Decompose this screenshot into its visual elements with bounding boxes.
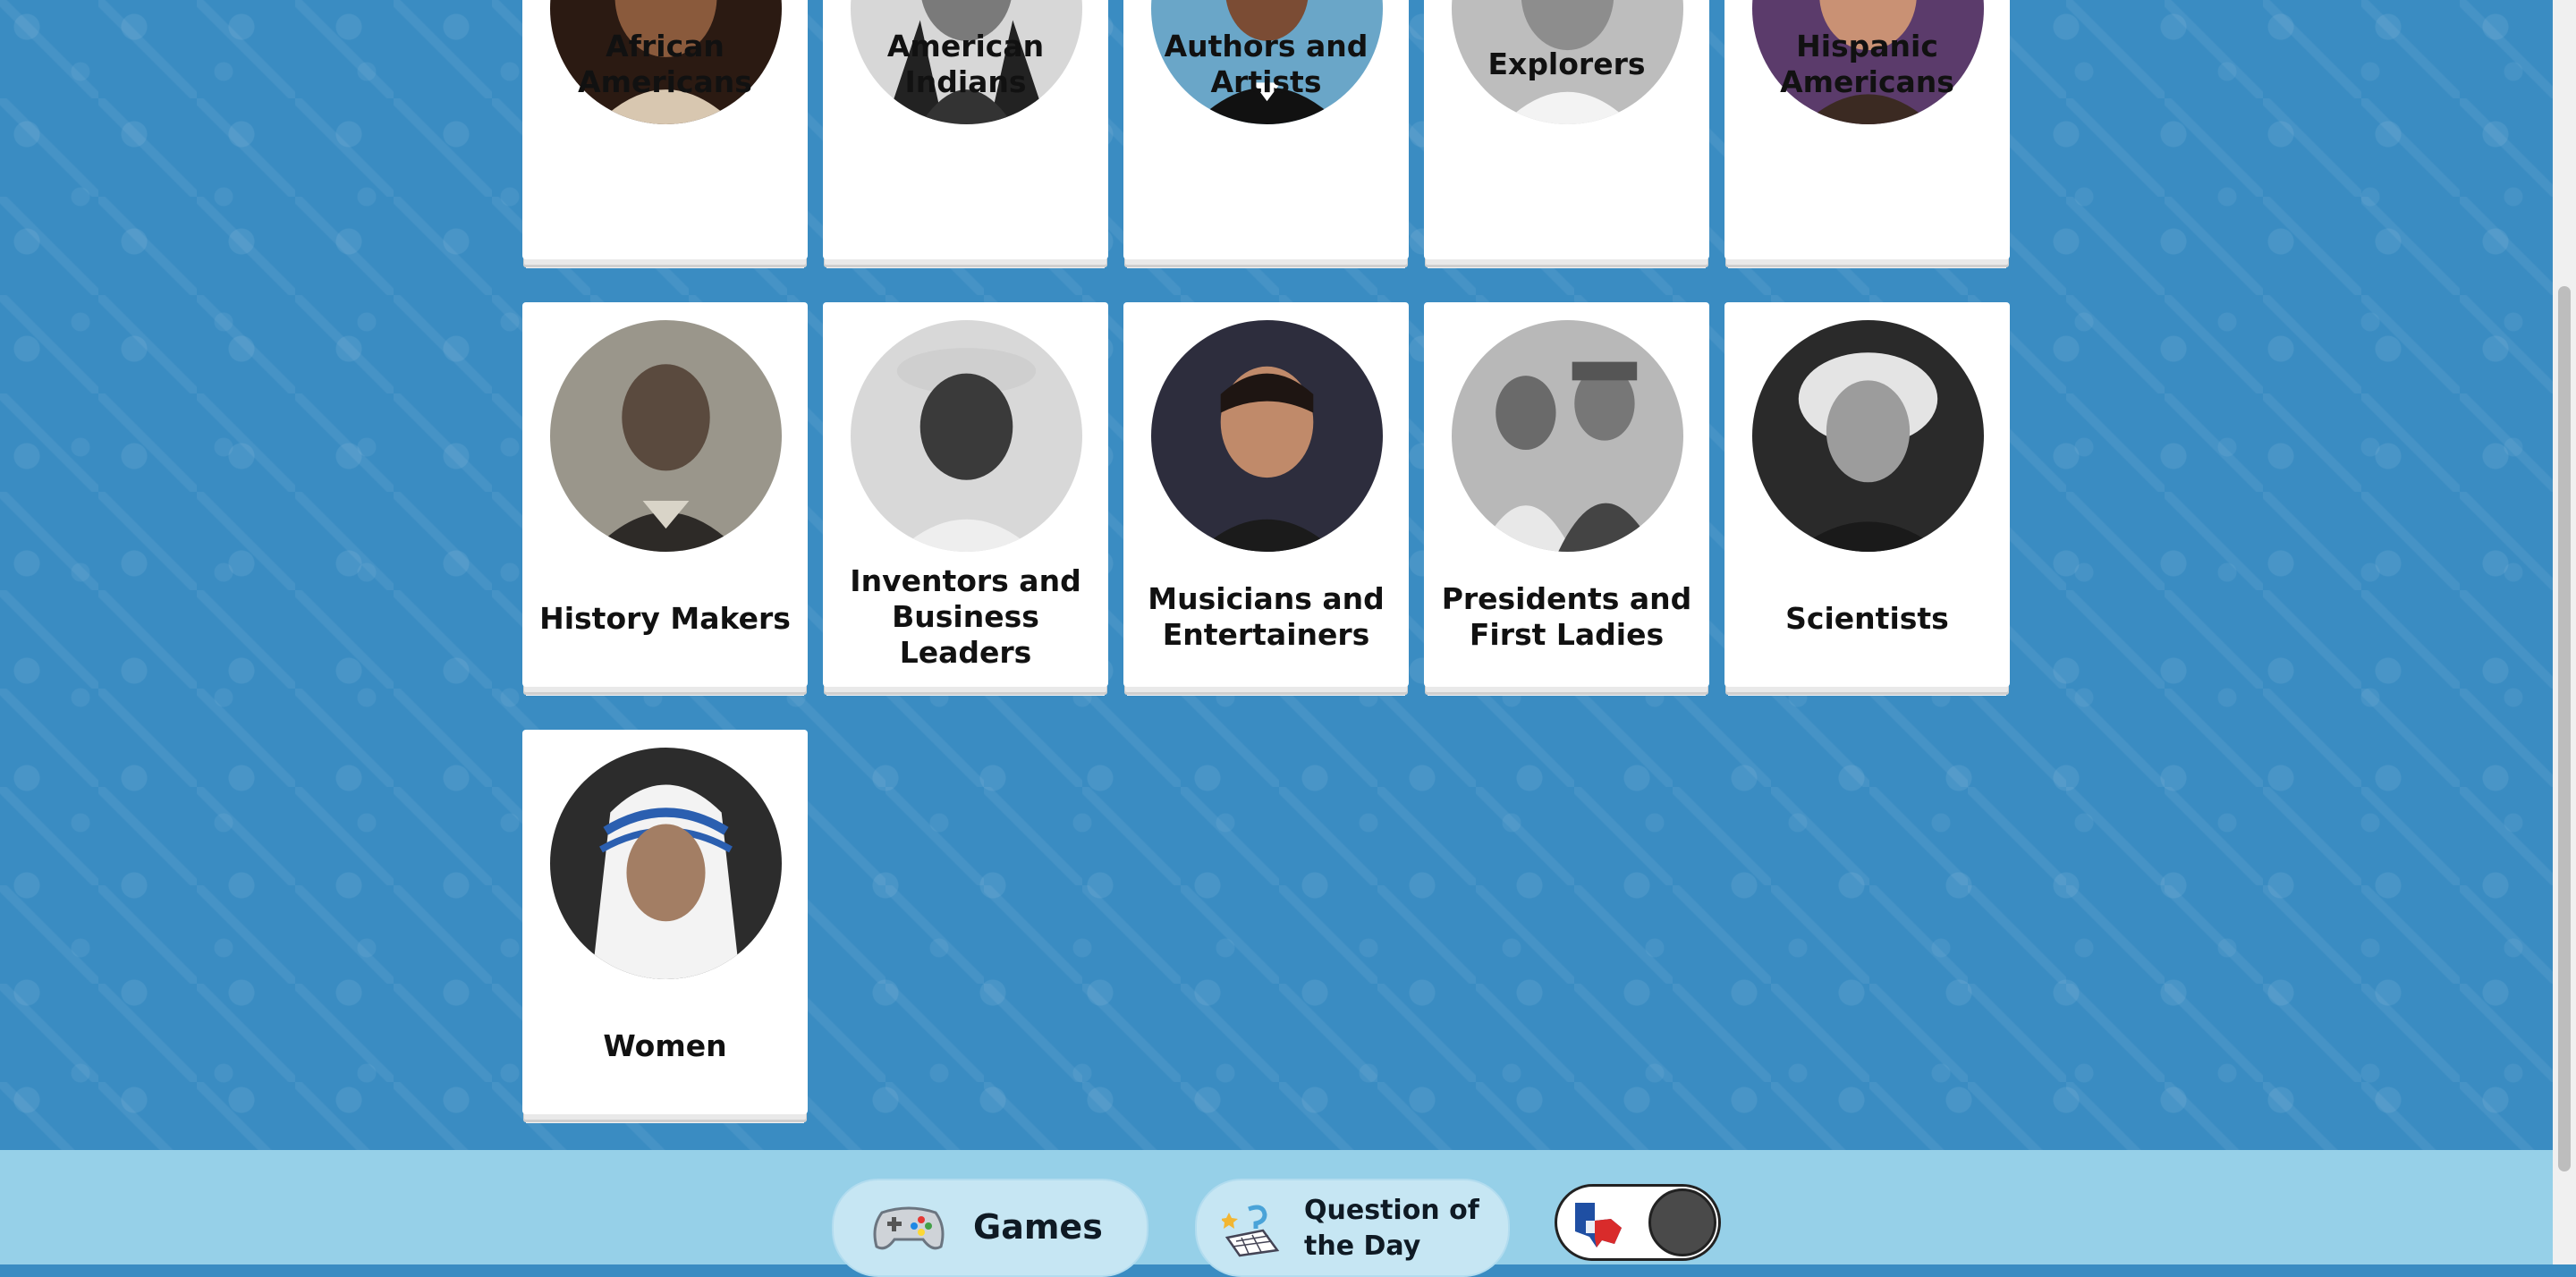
category-label: Inventors and Business Leaders (850, 563, 1081, 670)
category-label: Explorers (1487, 47, 1646, 81)
category-card-hispanic-americans[interactable]: Hispanic Americans (1724, 0, 2010, 259)
category-label: Presidents and First Ladies (1441, 581, 1692, 652)
category-photo (851, 320, 1082, 552)
category-photo (550, 748, 782, 979)
category-card-history-makers[interactable]: History Makers (522, 302, 808, 687)
games-label: Games (973, 1207, 1103, 1247)
category-card-musicians-and-entertainers[interactable]: Musicians and Entertainers (1123, 302, 1409, 687)
scrollbar-thumb[interactable] (2558, 286, 2571, 1171)
category-photo (1452, 320, 1683, 552)
category-label: History Makers (539, 601, 791, 636)
category-card-inventors-and-business-leaders[interactable]: Inventors and Business Leaders (823, 302, 1108, 687)
question-of-the-day-button[interactable]: Question of the Day (1195, 1179, 1510, 1277)
category-card-african-americans[interactable]: African Americans (522, 0, 808, 259)
scrollbar[interactable] (2553, 0, 2576, 1264)
category-photo (1151, 320, 1383, 552)
category-label: Scientists (1785, 601, 1949, 636)
category-card-explorers[interactable]: Explorers (1424, 0, 1709, 259)
category-card-women[interactable]: Women (522, 730, 808, 1114)
category-photo (1752, 320, 1984, 552)
toggle-knob (1648, 1188, 1716, 1256)
category-label: Musicians and Entertainers (1148, 581, 1385, 652)
category-photo (550, 320, 782, 552)
bottom-toolbar: Games Question of the Day (0, 1150, 2553, 1277)
category-card-scientists[interactable]: Scientists (1724, 302, 2010, 687)
category-label: American Indians (886, 29, 1045, 99)
category-card-authors-and-artists[interactable]: Authors and Artists (1123, 0, 1409, 259)
category-label: Women (603, 1028, 727, 1063)
puzzle-icon (1220, 1202, 1281, 1257)
texas-flag-icon (1570, 1197, 1629, 1249)
question-of-the-day-label: Question of the Day (1304, 1195, 1479, 1262)
language-toggle[interactable] (1555, 1184, 1721, 1261)
gamepad-icon (871, 1202, 946, 1252)
category-label: Hispanic Americans (1780, 29, 1954, 99)
category-label: African Americans (578, 29, 752, 99)
category-label: Authors and Artists (1164, 29, 1368, 99)
games-button[interactable]: Games (832, 1179, 1148, 1277)
category-card-american-indians[interactable]: American Indians (823, 0, 1108, 259)
category-grid: African Americans American Indians Autho… (0, 0, 2553, 1150)
category-card-presidents-and-first-ladies[interactable]: Presidents and First Ladies (1424, 302, 1709, 687)
